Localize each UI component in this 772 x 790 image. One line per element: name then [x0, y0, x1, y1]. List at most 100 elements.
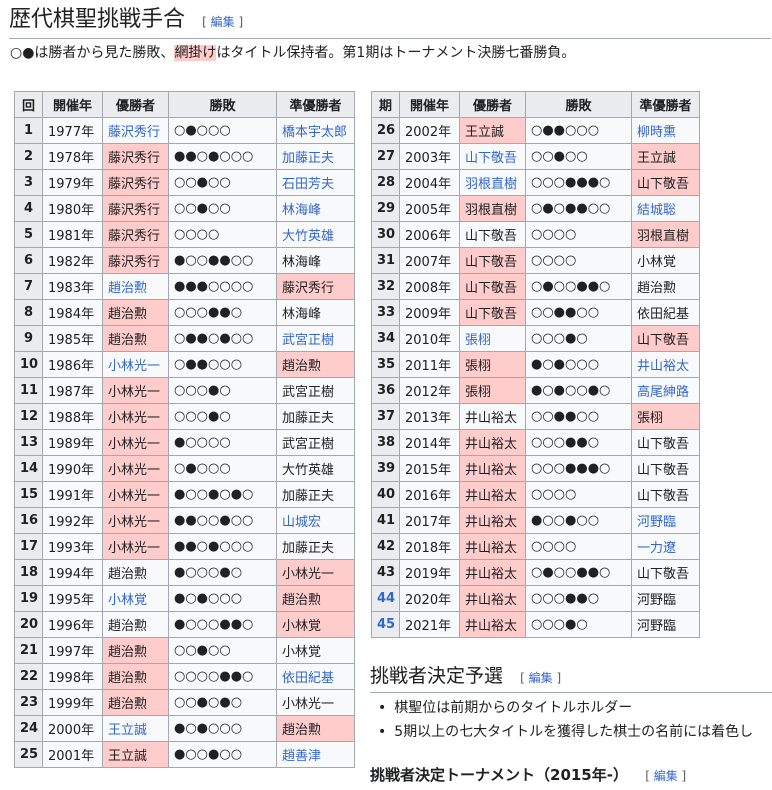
cell-runner-up[interactable]: 大竹英雄	[276, 221, 355, 248]
cell-winner[interactable]: 藤沢秀行	[102, 117, 169, 144]
cell-winner: 井山裕太	[459, 429, 526, 456]
cell-winner: 王立誠	[102, 741, 169, 768]
table-row: 8 1984年 趙治勲 ○○○●●○ 林海峰	[14, 299, 355, 326]
cell-runner-up[interactable]: 一力遼	[631, 533, 700, 560]
edit-section: [ 編集 ]	[202, 15, 244, 29]
table-row: 44 2020年 井山裕太 ○○○●●○ 河野臨	[371, 585, 700, 612]
cell-runner-up: 小林光一	[276, 559, 355, 586]
cell-term: 31	[371, 247, 400, 274]
cell-term: 10	[14, 351, 43, 378]
cell-runner-up: 林海峰	[276, 247, 355, 274]
cell-year: 1992年	[42, 507, 103, 534]
table-row: 9 1985年 趙治勲 ○●●○●○○ 武宮正樹	[14, 325, 355, 352]
results-table-right: 期 開催年 優勝者 勝敗 準優勝者 26 2002年 王立誠 ○●●○○○ 柳時熏 27 2…	[371, 91, 700, 638]
cell-term[interactable]: 45	[371, 611, 400, 638]
cell-runner-up: 加藤正夫	[276, 533, 355, 560]
cell-result: ●○●○○●○	[525, 377, 632, 404]
cell-winner[interactable]: 小林光一	[102, 351, 169, 378]
cell-runner-up[interactable]: 加藤正夫	[276, 143, 355, 170]
cell-winner: 藤沢秀行	[102, 169, 169, 196]
cell-year: 1980年	[42, 195, 103, 222]
cell-result: ○○●○○	[525, 143, 632, 170]
cell-year: 1994年	[42, 559, 103, 586]
cell-result: ○○●○○	[168, 637, 277, 664]
cell-runner-up[interactable]: 山城宏	[276, 507, 355, 534]
cell-year: 1999年	[42, 689, 103, 716]
cell-runner-up[interactable]: 柳時熏	[631, 117, 700, 144]
cell-runner-up: 王立誠	[631, 143, 700, 170]
cell-runner-up: 小林覚	[276, 637, 355, 664]
intro-after: はタイトル保持者。第1期はトーナメント決勝七番勝負。	[216, 45, 576, 61]
cell-winner: 井山裕太	[459, 585, 526, 612]
cell-term: 7	[14, 273, 43, 300]
edit-link[interactable]: 編集	[654, 769, 678, 783]
col-header-runner-up: 準優勝者	[276, 91, 355, 118]
cell-runner-up: 山下敬吾	[631, 169, 700, 196]
table-row: 32 2008年 山下敬吾 ○●○○●●○ 趙治勲	[371, 273, 700, 300]
cell-year: 1996年	[42, 611, 103, 638]
intro-highlight: 網掛け	[174, 45, 217, 61]
cell-winner[interactable]: 山下敬吾	[459, 143, 526, 170]
table-row: 39 2015年 井山裕太 ○○○●●●○ 山下敬吾	[371, 455, 700, 482]
cell-runner-up[interactable]: 依田紀基	[276, 663, 355, 690]
cell-result: ○○○○	[525, 481, 632, 508]
cell-winner[interactable]: 王立誠	[102, 715, 169, 742]
cell-term: 42	[371, 533, 400, 560]
cell-winner: 趙治勲	[102, 299, 169, 326]
cell-runner-up[interactable]: 井山裕太	[631, 351, 700, 378]
challenger-notes: 棋聖位は前期からのタイトルホルダー 5期以上の七大タイトルを獲得した棋士の名前に…	[378, 696, 772, 744]
cell-term[interactable]: 44	[371, 585, 400, 612]
cell-result: ○○○●●○	[525, 585, 632, 612]
table-row: 17 1993年 小林光一 ●●○●○○○ 加藤正夫	[14, 533, 355, 560]
cell-winner[interactable]: 羽根直樹	[459, 169, 526, 196]
cell-result: ○●○●●○○	[525, 195, 632, 222]
table-row: 16 1992年 小林光一 ●●○○●○○ 山城宏	[14, 507, 355, 534]
cell-term: 5	[14, 221, 43, 248]
cell-winner: 趙治勲	[102, 611, 169, 638]
cell-winner[interactable]: 小林覚	[102, 585, 169, 612]
col-header-winner: 優勝者	[459, 91, 526, 118]
cell-term: 35	[371, 351, 400, 378]
cell-term: 9	[14, 325, 43, 352]
edit-link[interactable]: 編集	[529, 671, 553, 685]
col-header-year: 開催年	[42, 91, 103, 118]
table-row: 28 2004年 羽根直樹 ○○○●●●○ 山下敬吾	[371, 169, 700, 196]
cell-runner-up: 林海峰	[276, 299, 355, 326]
cell-result: ●○○●○○	[525, 507, 632, 534]
cell-term: 13	[14, 429, 43, 456]
edit-link[interactable]: 編集	[211, 15, 235, 29]
section-title: 歴代棋聖挑戦手合	[9, 7, 186, 32]
table-row: 37 2013年 井山裕太 ○○●●○○ 張栩	[371, 403, 700, 430]
cell-runner-up[interactable]: 林海峰	[276, 195, 355, 222]
cell-term: 2	[14, 143, 43, 170]
table-row: 11 1987年 小林光一 ○○○●○ 武宮正樹	[14, 377, 355, 404]
cell-winner: 藤沢秀行	[102, 247, 169, 274]
cell-runner-up[interactable]: 趙善津	[276, 741, 355, 768]
cell-runner-up[interactable]: 結城聡	[631, 195, 700, 222]
cell-winner[interactable]: 張栩	[459, 325, 526, 352]
edit-section: [ 編集 ]	[520, 671, 562, 685]
cell-runner-up[interactable]: 橋本宇太郎	[276, 117, 355, 144]
cell-result: ●○○●○○	[168, 741, 277, 768]
table-row: 41 2017年 井山裕太 ●○○●○○ 河野臨	[371, 507, 700, 534]
cell-runner-up[interactable]: 武宮正樹	[276, 325, 355, 352]
cell-result: ○○●○●○	[168, 689, 277, 716]
cell-year: 2002年	[399, 117, 460, 144]
cell-winner: 井山裕太	[459, 403, 526, 430]
cell-winner: 王立誠	[459, 117, 526, 144]
cell-runner-up: 河野臨	[631, 585, 700, 612]
cell-runner-up[interactable]: 石田芳夫	[276, 169, 355, 196]
table-body-right: 26 2002年 王立誠 ○●●○○○ 柳時熏 27 2003年 山下敬吾 ○○●○○ 王立誠 28…	[371, 117, 700, 638]
col-header-year: 開催年	[399, 91, 460, 118]
cell-runner-up[interactable]: 河野臨	[631, 507, 700, 534]
cell-term: 41	[371, 507, 400, 534]
cell-term: 39	[371, 455, 400, 482]
cell-runner-up: 大竹英雄	[276, 455, 355, 482]
col-header-result: 勝敗	[525, 91, 632, 118]
cell-year: 1982年	[42, 247, 103, 274]
cell-winner[interactable]: 趙治勲	[102, 273, 169, 300]
cell-runner-up[interactable]: 高尾紳路	[631, 377, 700, 404]
cell-runner-up: 山下敬吾	[631, 429, 700, 456]
cell-runner-up: 羽根直樹	[631, 221, 700, 248]
table-row: 34 2010年 張栩 ○○○●○ 山下敬吾	[371, 325, 700, 352]
